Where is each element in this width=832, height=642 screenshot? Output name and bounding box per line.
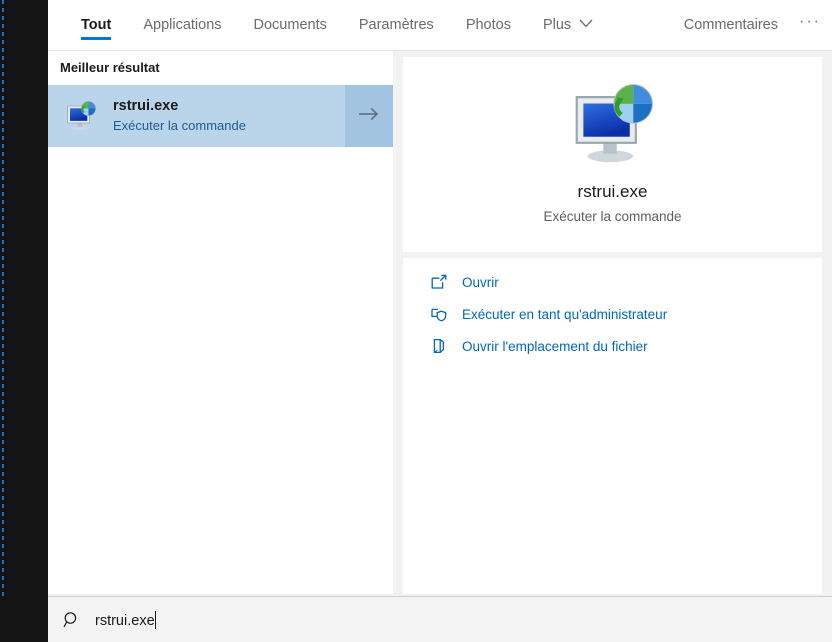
detail-icon-wrap [403, 81, 822, 172]
actions-card: Ouvrir Exécuter en tant qu'administrateu… [403, 258, 822, 594]
action-label: Ouvrir [462, 274, 499, 290]
results-pane: Meilleur résultat rstrui.exe Exécuter la… [48, 51, 393, 594]
tab-list: Tout Applications Documents Paramètres P… [65, 0, 609, 50]
action-open[interactable]: Ouvrir [403, 266, 822, 298]
left-rail [0, 0, 48, 642]
feedback-button[interactable]: Commentaires [674, 17, 788, 33]
system-restore-icon [65, 100, 97, 132]
best-result-title: rstrui.exe [113, 98, 179, 114]
search-bar[interactable]: rstrui.exe [48, 596, 832, 642]
tab-plus[interactable]: Plus [527, 0, 609, 50]
tab-tout[interactable]: Tout [65, 0, 127, 50]
tab-label: Paramètres [358, 17, 434, 33]
tab-label: Documents [253, 17, 327, 33]
tab-parametres[interactable]: Paramètres [343, 0, 450, 50]
arrow-right-icon [358, 107, 380, 126]
search-panel: Tout Applications Documents Paramètres P… [0, 0, 832, 642]
best-result-text: rstrui.exe Exécuter la commande [113, 97, 246, 135]
action-run-as-administrator[interactable]: Exécuter en tant qu'administrateur [403, 298, 822, 330]
action-label: Ouvrir l'emplacement du fichier [462, 338, 648, 354]
search-icon [63, 611, 81, 629]
search-input[interactable]: rstrui.exe [95, 610, 156, 629]
tab-label: Tout [81, 17, 112, 33]
tab-photos[interactable]: Photos [450, 0, 527, 50]
action-label: Exécuter en tant qu'administrateur [462, 306, 668, 322]
system-restore-icon [570, 81, 656, 172]
open-external-icon [431, 274, 447, 290]
tab-applications[interactable]: Applications [127, 0, 237, 50]
text-caret [154, 610, 156, 629]
detail-card: rstrui.exe Exécuter la commande [403, 57, 822, 252]
shield-icon [431, 306, 447, 322]
best-result-subtitle: Exécuter la commande [113, 118, 246, 133]
top-bar-right-group: Commentaires ··· [674, 0, 832, 50]
search-input-value: rstrui.exe [95, 612, 155, 629]
tab-label: Photos [465, 17, 511, 33]
best-result-heading: Meilleur résultat [60, 60, 160, 75]
best-result-expand-button[interactable] [345, 85, 393, 147]
tab-label: Applications [143, 17, 222, 33]
rail-bottom-strip [0, 596, 48, 642]
folder-open-icon [431, 338, 447, 354]
best-result-item[interactable]: rstrui.exe Exécuter la commande [48, 85, 393, 147]
top-tab-bar: Tout Applications Documents Paramètres P… [48, 0, 832, 51]
chevron-down-icon [579, 16, 593, 32]
detail-title: rstrui.exe [577, 182, 648, 201]
window-edge-marker [2, 0, 4, 642]
more-options-button[interactable]: ··· [788, 0, 832, 50]
action-open-file-location[interactable]: Ouvrir l'emplacement du fichier [403, 330, 822, 362]
tab-documents[interactable]: Documents [238, 0, 343, 50]
tab-label: Plus [542, 17, 572, 33]
detail-subtitle: Exécuter la commande [543, 209, 682, 224]
